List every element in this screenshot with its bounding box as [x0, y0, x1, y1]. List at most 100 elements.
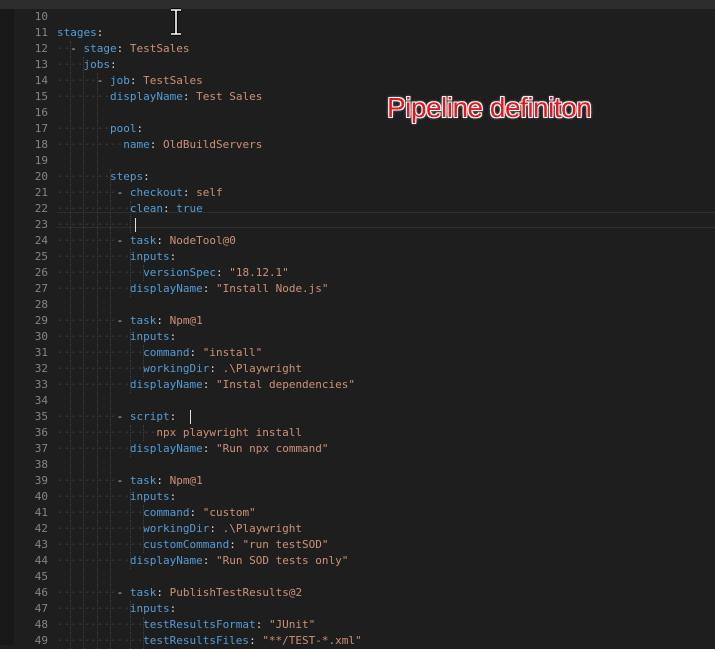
text-caret: [134, 218, 136, 232]
yaml-value: "Instal dependencies": [215, 378, 356, 391]
yaml-key: command: [143, 506, 190, 519]
yaml-punctuation: :: [215, 266, 230, 279]
yaml-boolean: true: [176, 202, 203, 215]
indent-guide: [129, 489, 131, 569]
yaml-punctuation: :: [156, 314, 170, 327]
whitespace-marker: ·········: [57, 314, 117, 327]
line-number: 37: [34, 442, 48, 455]
yaml-value: "Install Node.js": [215, 282, 329, 295]
yaml-punctuation: :: [202, 282, 216, 295]
indent-guide: [142, 345, 144, 377]
line-number: 45: [34, 570, 48, 583]
whitespace-marker: ···········: [57, 202, 130, 215]
line-number: 18: [34, 138, 48, 151]
yaml-key: task: [129, 234, 157, 247]
annotation-label: Pipeline definiton: [387, 92, 592, 123]
indent-guide: [129, 601, 131, 649]
yaml-value: Npm@1: [169, 474, 203, 487]
code-line[interactable]: ········displayName: Test Sales: [57, 89, 262, 105]
yaml-key: displayName: [129, 282, 203, 295]
code-line[interactable]: ···········inputs:: [57, 329, 176, 345]
yaml-punctuation: -: [116, 234, 130, 247]
indent-guide: [96, 73, 98, 649]
code-line[interactable]: ······- job: TestSales: [57, 73, 203, 89]
code-line[interactable]: ···········inputs:: [57, 601, 176, 617]
yaml-key: job: [110, 74, 130, 87]
code-line[interactable]: ·············versionSpec: "18.12.1": [57, 265, 289, 281]
indent-guide: [129, 425, 131, 457]
yaml-value: "run testSOD": [242, 538, 329, 551]
line-number: 11: [34, 26, 48, 39]
yaml-punctuation: -: [116, 186, 130, 199]
editor-tab-bar-edge: [0, 0, 715, 9]
line-number: 34: [34, 394, 48, 407]
line-number: 43: [34, 538, 48, 551]
code-line[interactable]: ·············testResultsFiles: "**/TEST-…: [57, 633, 362, 649]
yaml-value: "**/TEST-*.xml": [262, 634, 362, 647]
yaml-punctuation: :: [189, 346, 203, 359]
code-line[interactable]: ··- stage: TestSales: [57, 41, 189, 57]
whitespace-marker: ···········: [57, 330, 130, 343]
yaml-value: "JUnit": [268, 618, 316, 631]
yaml-punctuation: :: [249, 634, 263, 647]
whitespace-marker: ·········: [57, 186, 117, 199]
yaml-key: workingDir: [143, 362, 210, 375]
indent-guide: [129, 249, 131, 297]
code-line[interactable]: ·········- task: Npm@1: [57, 473, 203, 489]
code-line[interactable]: ··········name: OldBuildServers: [57, 137, 262, 153]
code-line[interactable]: ···········displayName: "Instal dependen…: [57, 377, 355, 393]
yaml-key: command: [143, 346, 190, 359]
yaml-value: "install": [202, 346, 263, 359]
line-number-gutter: 10 11 12 13 14 15 16 17 18 19 20 21 22 23 24 25 26 27 28 29…: [14, 9, 52, 647]
code-line[interactable]: ·············workingDir: .\Playwright: [57, 521, 302, 537]
code-line[interactable]: ·········- task: PublishTestResults@2: [57, 585, 302, 601]
code-line[interactable]: ···········displayName: "Run SOD tests o…: [57, 553, 348, 569]
yaml-value: "18.12.1": [229, 266, 289, 279]
line-number: 25: [34, 250, 48, 263]
line-number: 28: [34, 298, 48, 311]
line-number: 16: [34, 106, 48, 119]
code-line[interactable]: ·············command: "install": [57, 345, 262, 361]
yaml-key: checkout: [129, 186, 183, 199]
whitespace-marker: ···········: [57, 218, 130, 231]
code-line[interactable]: ·············command: "custom": [57, 505, 256, 521]
line-number: 40: [34, 490, 48, 503]
code-line[interactable]: ···········inputs:: [57, 489, 176, 505]
code-line[interactable]: ·········- task: Npm@1: [57, 313, 203, 329]
yaml-key: script: [129, 410, 170, 423]
line-number: 48: [34, 618, 48, 631]
yaml-key: customCommand: [143, 538, 230, 551]
code-line[interactable]: ···········displayName: "Install Node.js…: [57, 281, 329, 297]
yaml-punctuation: :: [202, 442, 216, 455]
line-number: 17: [34, 122, 48, 135]
line-number: 14: [34, 74, 48, 87]
code-line[interactable]: ·········- checkout: self: [57, 185, 223, 201]
code-line[interactable]: ·········- script:: [57, 409, 183, 425]
code-line[interactable]: ···········inputs:: [57, 249, 176, 265]
yaml-key: task: [129, 586, 157, 599]
yaml-punctuation: :: [96, 26, 104, 39]
whitespace-marker: ···········: [57, 602, 130, 615]
yaml-punctuation: :: [149, 138, 163, 151]
line-number: 42: [34, 522, 48, 535]
code-line[interactable]: ····jobs:: [57, 57, 117, 73]
yaml-value: self: [196, 186, 223, 199]
text-ibeam-cursor-icon: [171, 8, 181, 36]
yaml-value: "Run SOD tests only": [215, 554, 349, 567]
yaml-value: "Run npx command": [215, 442, 329, 455]
yaml-punctuation: -: [116, 474, 130, 487]
code-line[interactable]: ···········displayName: "Run npx command…: [57, 441, 329, 457]
yaml-key: name: [123, 138, 150, 151]
whitespace-marker: ··········: [57, 138, 124, 151]
code-line[interactable]: ···············npx playwright install: [57, 425, 302, 441]
code-line[interactable]: ·············customCommand: "run testSOD…: [57, 537, 329, 553]
code-line[interactable]: ·············workingDir: .\Playwright: [57, 361, 302, 377]
code-line[interactable]: stages:: [57, 25, 103, 41]
yaml-punctuation: -: [116, 410, 130, 423]
line-number: 41: [34, 506, 48, 519]
code-editor[interactable]: stages: ··- stage: TestSales ····jobs: ····…: [57, 9, 715, 649]
line-number: 23: [34, 218, 48, 231]
yaml-punctuation: :: [156, 474, 170, 487]
yaml-key: displayName: [109, 90, 183, 103]
code-line[interactable]: ···········: [57, 217, 130, 233]
